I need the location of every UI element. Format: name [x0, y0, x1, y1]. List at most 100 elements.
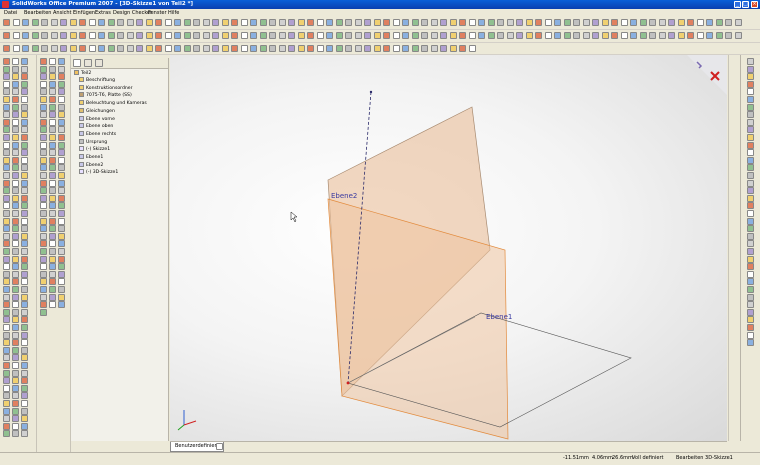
toolbar-tool-icon[interactable] — [326, 19, 333, 26]
toolbar-tool-icon[interactable] — [117, 45, 124, 52]
toolbar-tool-icon[interactable] — [231, 19, 238, 26]
toolbar-tool-icon[interactable] — [49, 225, 56, 233]
toolbar-tool-icon[interactable] — [747, 134, 754, 141]
toolbar-tool-icon[interactable] — [592, 32, 599, 39]
toolbar-tool-icon[interactable] — [3, 369, 10, 377]
toolbar-tool-icon[interactable] — [3, 430, 10, 438]
toolbar-tool-icon[interactable] — [747, 126, 754, 134]
toolbar-tool-icon[interactable] — [687, 32, 694, 39]
toolbar-tool-icon[interactable] — [12, 134, 19, 141]
toolbar-tool-icon[interactable] — [747, 172, 754, 179]
toolbar-tool-icon[interactable] — [31, 19, 39, 26]
toolbar-tool-icon[interactable] — [60, 32, 67, 39]
toolbar-tool-icon[interactable] — [3, 19, 10, 26]
toolbar-tool-icon[interactable] — [3, 422, 10, 430]
toolbar-tool-icon[interactable] — [3, 88, 10, 96]
toolbar-tool-icon[interactable] — [21, 80, 28, 88]
toolbar-tool-icon[interactable] — [747, 286, 754, 293]
toolbar-tool-icon[interactable] — [49, 232, 56, 240]
toolbar-tool-icon[interactable] — [21, 179, 28, 187]
toolbar-tool-icon[interactable] — [3, 301, 10, 309]
toolbar-tool-icon[interactable] — [40, 263, 47, 271]
toolbar-tool-icon[interactable] — [402, 32, 409, 39]
toolbar-tool-icon[interactable] — [58, 65, 65, 73]
menu-hilfe[interactable]: Hilfe — [168, 10, 179, 16]
toolbar-tool-icon[interactable] — [12, 430, 19, 438]
toolbar-tool-icon[interactable] — [58, 202, 65, 210]
toolbar-tool-icon[interactable] — [49, 103, 56, 111]
toolbar-tool-icon[interactable] — [3, 149, 10, 157]
toolbar-tool-icon[interactable] — [49, 172, 56, 179]
toolbar-tool-icon[interactable] — [449, 45, 457, 52]
toolbar-tool-icon[interactable] — [21, 400, 28, 407]
toolbar-tool-icon[interactable] — [58, 263, 65, 271]
toolbar-tool-icon[interactable] — [449, 19, 457, 26]
tree-root[interactable]: Teil2 — [74, 70, 91, 76]
toolbar-tool-icon[interactable] — [582, 32, 590, 39]
toolbar-tool-icon[interactable] — [411, 45, 419, 52]
toolbar-tool-icon[interactable] — [440, 45, 447, 52]
toolbar-tool-icon[interactable] — [21, 369, 28, 377]
toolbar-tool-icon[interactable] — [21, 255, 28, 263]
toolbar-tool-icon[interactable] — [58, 80, 65, 88]
toolbar-tool-icon[interactable] — [40, 88, 47, 96]
toolbar-tool-icon[interactable] — [21, 96, 28, 103]
toolbar-tool-icon[interactable] — [12, 32, 20, 39]
toolbar-tool-icon[interactable] — [12, 45, 20, 52]
toolbar-tool-icon[interactable] — [630, 19, 637, 26]
toolbar-tool-icon[interactable] — [221, 45, 229, 52]
toolbar-tool-icon[interactable] — [183, 45, 191, 52]
toolbar-tool-icon[interactable] — [202, 19, 210, 26]
toolbar-tool-icon[interactable] — [21, 354, 28, 362]
toolbar-tool-icon[interactable] — [497, 32, 504, 39]
toolbar-tool-icon[interactable] — [58, 58, 65, 65]
toolbar-tool-icon[interactable] — [50, 19, 58, 26]
graphics-viewport[interactable]: Ebene2 Ebene1 — [170, 55, 727, 441]
toolbar-tool-icon[interactable] — [747, 270, 754, 278]
toolbar-tool-icon[interactable] — [747, 141, 754, 149]
toolbar-tool-icon[interactable] — [221, 32, 229, 39]
toolbar-tool-icon[interactable] — [12, 118, 19, 126]
toolbar-tool-icon[interactable] — [696, 19, 704, 26]
toolbar-tool-icon[interactable] — [12, 58, 19, 65]
menu-design-checker[interactable]: Design Checker — [113, 10, 152, 16]
toolbar-tool-icon[interactable] — [468, 45, 476, 52]
toolbar-tool-icon[interactable] — [12, 225, 19, 233]
toolbar-tool-icon[interactable] — [12, 286, 19, 293]
toolbar-tool-icon[interactable] — [345, 45, 352, 52]
toolbar-tool-icon[interactable] — [49, 286, 56, 293]
toolbar-tool-icon[interactable] — [307, 45, 314, 52]
toolbar-tool-icon[interactable] — [58, 141, 65, 149]
toolbar-tool-icon[interactable] — [696, 32, 704, 39]
toolbar-tool-icon[interactable] — [12, 80, 19, 88]
toolbar-tool-icon[interactable] — [747, 65, 754, 73]
toolbar-tool-icon[interactable] — [49, 202, 56, 210]
toolbar-tool-icon[interactable] — [3, 202, 10, 210]
toolbar-tool-icon[interactable] — [12, 255, 19, 263]
toolbar-tool-icon[interactable] — [354, 19, 362, 26]
toolbar-tool-icon[interactable] — [41, 45, 48, 52]
toolbar-tool-icon[interactable] — [12, 407, 19, 415]
toolbar-tool-icon[interactable] — [747, 240, 754, 248]
toolbar-tool-icon[interactable] — [3, 172, 10, 179]
toolbar-tool-icon[interactable] — [3, 134, 10, 141]
toolbar-tool-icon[interactable] — [12, 270, 19, 278]
toolbar-tool-icon[interactable] — [40, 210, 47, 217]
toolbar-tool-icon[interactable] — [468, 19, 476, 26]
toolbar-tool-icon[interactable] — [40, 73, 47, 81]
toolbar-tool-icon[interactable] — [58, 255, 65, 263]
toolbar-tool-icon[interactable] — [525, 19, 533, 26]
toolbar-tool-icon[interactable] — [60, 19, 67, 26]
toolbar-tool-icon[interactable] — [592, 19, 599, 26]
toolbar-tool-icon[interactable] — [335, 45, 343, 52]
toolbar-tool-icon[interactable] — [3, 65, 10, 73]
toolbar-tool-icon[interactable] — [706, 19, 713, 26]
toolbar-tool-icon[interactable] — [40, 172, 47, 179]
toolbar-tool-icon[interactable] — [747, 164, 754, 172]
toolbar-tool-icon[interactable] — [269, 45, 276, 52]
toolbar-tool-icon[interactable] — [3, 384, 10, 392]
toolbar-tool-icon[interactable] — [145, 32, 153, 39]
toolbar-tool-icon[interactable] — [345, 32, 352, 39]
toolbar-tool-icon[interactable] — [58, 103, 65, 111]
toolbar-tool-icon[interactable] — [747, 225, 754, 233]
